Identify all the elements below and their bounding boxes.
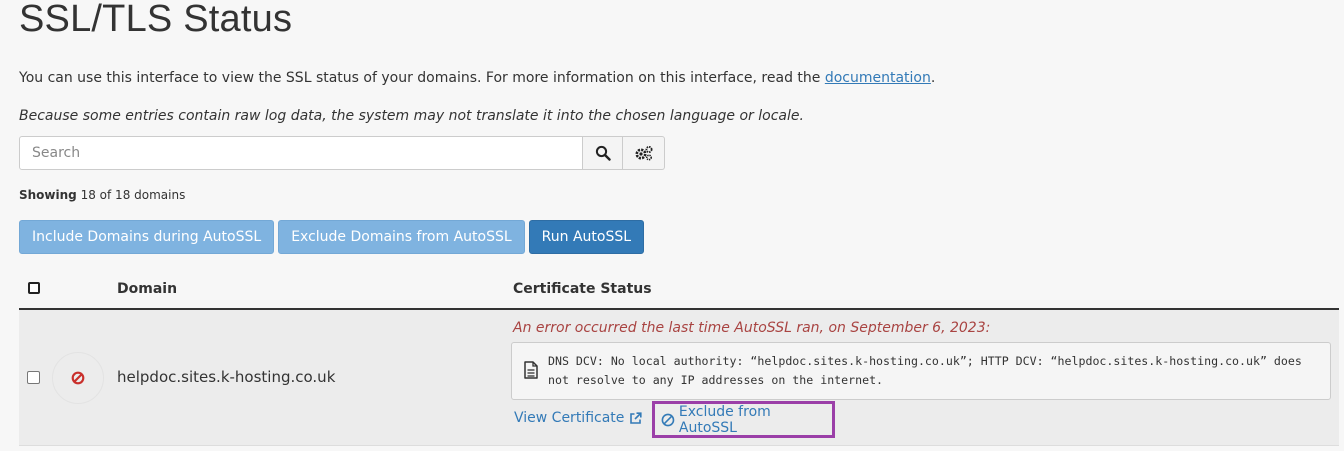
domain-name: helpdoc.sites.k-hosting.co.uk (117, 368, 336, 386)
intro-end: . (930, 70, 936, 86)
view-certificate-link[interactable]: View Certificate (514, 410, 643, 426)
ban-icon (661, 413, 675, 426)
domain-count: Showing 18 of 18 domains (19, 188, 185, 202)
exclude-from-autossl-link[interactable]: Exclude from AutoSSL (652, 401, 835, 438)
run-autossl-button[interactable]: Run AutoSSL (528, 220, 645, 254)
ban-icon (71, 371, 85, 385)
file-text-icon (524, 361, 538, 379)
external-link-icon (630, 411, 643, 424)
table-header: Domain Certificate Status (19, 272, 1339, 310)
autossl-error-message: An error occurred the last time AutoSSL … (513, 320, 991, 336)
status-column-header[interactable]: Certificate Status (513, 281, 652, 297)
search-button[interactable] (583, 136, 623, 170)
select-all-checkbox[interactable] (28, 282, 40, 294)
search-settings-button[interactable] (623, 136, 665, 170)
page-title: SSL/TLS Status (19, 0, 293, 40)
intro-text: You can use this interface to view the S… (19, 70, 935, 86)
log-text: DNS DCV: No local authority: “helpdoc.si… (548, 354, 1302, 387)
cogs-icon (635, 146, 652, 161)
include-domains-button[interactable]: Include Domains during AutoSSL (19, 220, 275, 254)
exclude-from-autossl-label: Exclude from AutoSSL (678, 403, 771, 436)
exclude-domains-button[interactable]: Exclude Domains from AutoSSL (278, 220, 525, 254)
status-indicator (52, 352, 104, 404)
search-input[interactable] (19, 136, 583, 170)
intro-sentence: You can use this interface to view the S… (19, 70, 825, 86)
action-buttons: Include Domains during AutoSSL Exclude D… (19, 220, 645, 254)
showing-label: Showing (19, 188, 77, 202)
table-row: helpdoc.sites.k-hosting.co.uk An error o… (19, 310, 1339, 446)
search-group (19, 136, 665, 170)
search-icon (595, 145, 611, 161)
row-checkbox[interactable] (27, 371, 40, 384)
log-output: DNS DCV: No local authority: “helpdoc.si… (511, 342, 1331, 400)
domain-column-header[interactable]: Domain (117, 281, 177, 297)
documentation-link[interactable]: documentation (825, 70, 931, 86)
view-certificate-label: View Certificate (514, 410, 625, 426)
locale-note: Because some entries contain raw log dat… (19, 108, 804, 124)
showing-count: 18 of 18 domains (80, 188, 186, 202)
